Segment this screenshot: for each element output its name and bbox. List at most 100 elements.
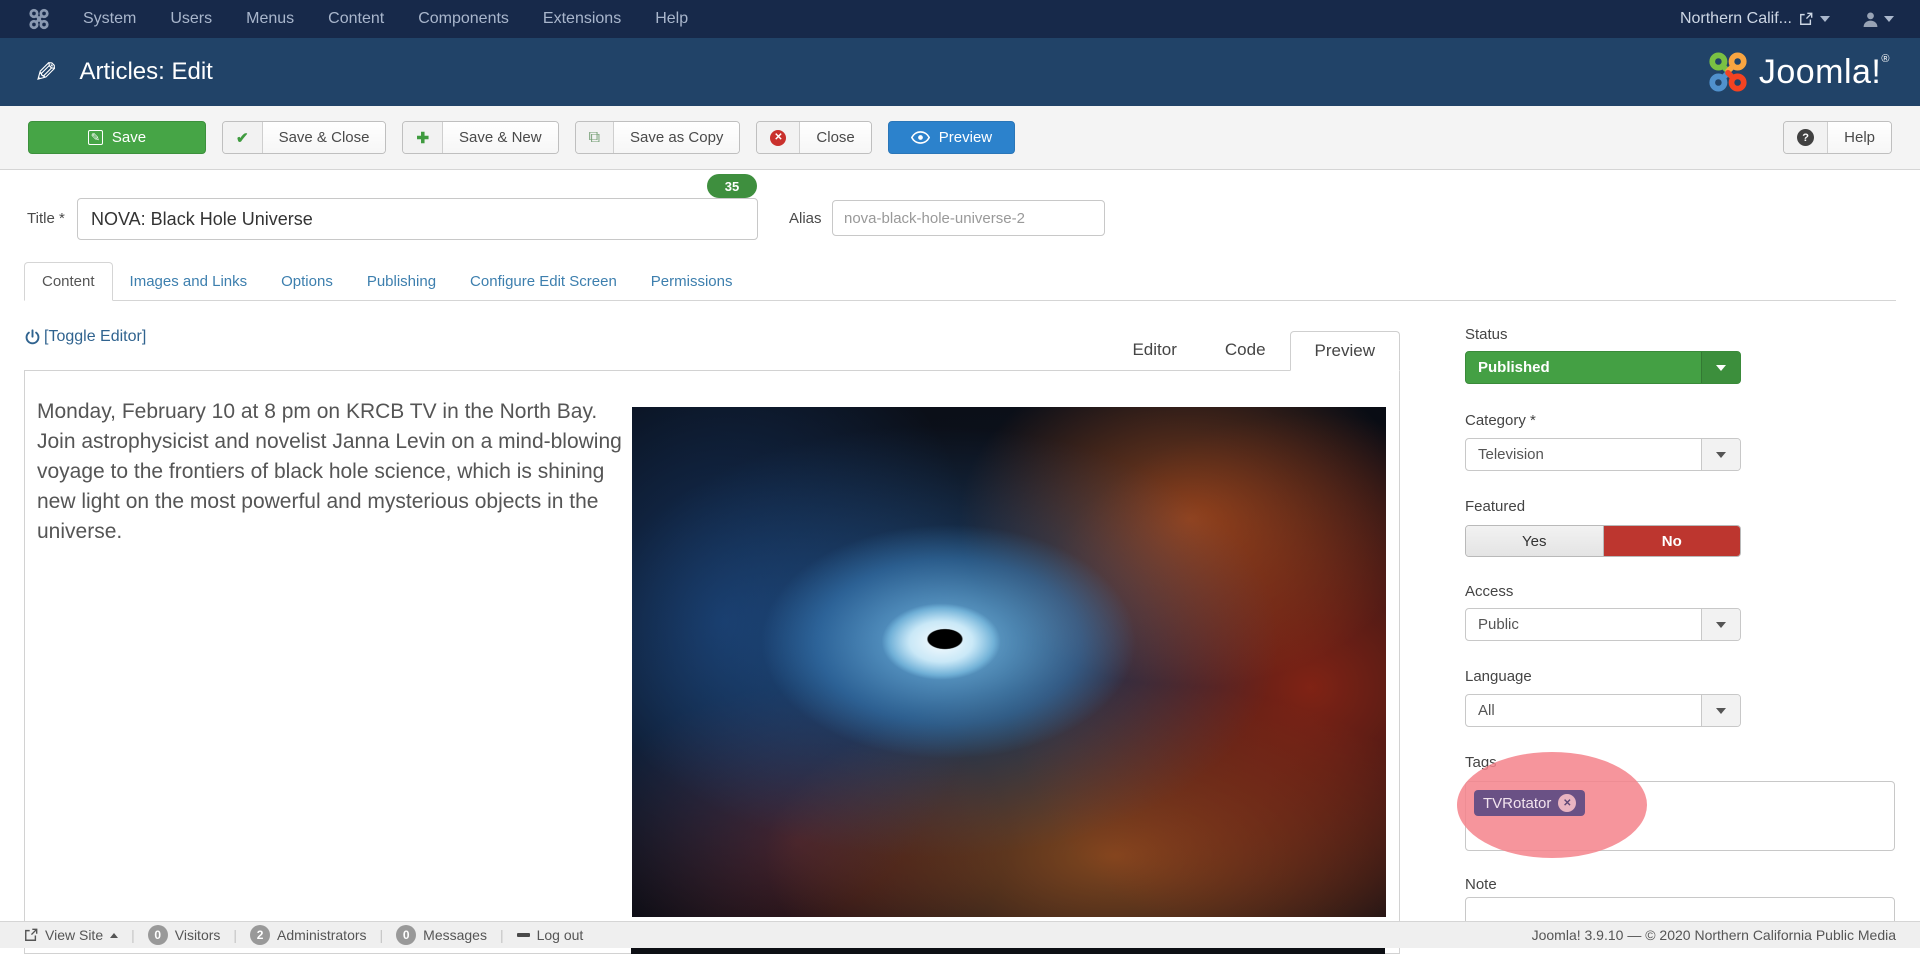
- save-copy-button[interactable]: ⧉ Save as Copy: [575, 121, 741, 154]
- tag-chip-label: TVRotator: [1483, 795, 1551, 812]
- category-label: Category *: [1465, 412, 1536, 429]
- language-value: All: [1466, 702, 1701, 719]
- close-icon: ✕: [770, 130, 786, 146]
- messages-count-badge: 0: [396, 925, 416, 945]
- view-site-label: View Site: [45, 927, 103, 943]
- save-close-button[interactable]: ✔ Save & Close: [222, 121, 386, 154]
- admin-status-bar: View Site | 0 Visitors | 2 Administrator…: [0, 921, 1920, 948]
- language-label: Language: [1465, 668, 1532, 685]
- menu-components[interactable]: Components: [401, 0, 526, 38]
- editor-tab-code[interactable]: Code: [1201, 331, 1290, 370]
- eye-icon: [911, 131, 930, 144]
- chevron-down-icon: [1884, 16, 1894, 22]
- tab-publishing[interactable]: Publishing: [350, 263, 453, 300]
- tab-permissions[interactable]: Permissions: [634, 263, 750, 300]
- alias-input[interactable]: [832, 200, 1105, 236]
- external-link-icon: [1799, 12, 1813, 26]
- preview-button[interactable]: Preview: [888, 121, 1015, 154]
- power-icon: [24, 329, 41, 346]
- menu-users[interactable]: Users: [153, 0, 229, 38]
- logout-link[interactable]: Log out: [517, 927, 584, 943]
- chevron-down-icon: [1716, 622, 1726, 628]
- close-button[interactable]: ✕ Close: [756, 121, 871, 154]
- save-button[interactable]: ✎ Save: [28, 121, 206, 154]
- administrators-status[interactable]: 2 Administrators: [250, 925, 366, 945]
- preview-label: Preview: [939, 129, 992, 146]
- save-new-label: Save & New: [443, 122, 558, 153]
- editor-tab-editor[interactable]: Editor: [1108, 331, 1200, 370]
- status-select[interactable]: Published: [1465, 351, 1741, 384]
- admin-menu-bar: System Users Menus Content Components Ex…: [0, 0, 1920, 38]
- help-icon: ?: [1797, 129, 1814, 146]
- menu-extensions[interactable]: Extensions: [526, 0, 638, 38]
- editor-region: [Toggle Editor] Editor Code Preview Mond…: [24, 310, 1400, 954]
- dash: —: [1627, 927, 1641, 943]
- tab-content[interactable]: Content: [24, 262, 113, 301]
- access-label: Access: [1465, 583, 1513, 600]
- save-new-button[interactable]: ✚ Save & New: [402, 121, 558, 154]
- user-icon: [1862, 11, 1879, 28]
- language-select[interactable]: All: [1465, 694, 1741, 727]
- view-site-link[interactable]: View Site: [24, 927, 118, 943]
- title-input[interactable]: [77, 198, 758, 240]
- joomla-glyph-icon: [28, 8, 50, 30]
- menu-system[interactable]: System: [66, 0, 153, 38]
- administrators-label: Administrators: [277, 927, 366, 943]
- page-header: ✎ Articles: Edit Joomla!®: [0, 38, 1920, 106]
- site-name-label: Northern Calif...: [1680, 10, 1792, 28]
- chevron-up-icon: [110, 933, 118, 938]
- chevron-down-icon: [1716, 452, 1726, 458]
- editor-view-tabs: Editor Code Preview: [1108, 331, 1400, 370]
- separator: |: [380, 927, 384, 943]
- save-label: Save: [112, 129, 146, 146]
- chevron-down-icon: [1716, 365, 1726, 371]
- title-label: Title *: [27, 210, 65, 227]
- char-count-badge: 35: [707, 174, 757, 198]
- article-preview-pane: Monday, February 10 at 8 pm on KRCB TV i…: [24, 370, 1400, 954]
- help-button[interactable]: ? Help: [1783, 121, 1892, 154]
- logout-label: Log out: [537, 927, 584, 943]
- tab-options[interactable]: Options: [264, 263, 350, 300]
- check-icon: ✔: [236, 129, 249, 147]
- site-link[interactable]: Northern Calif...: [1680, 10, 1830, 28]
- editor-tab-preview[interactable]: Preview: [1290, 331, 1400, 371]
- administrators-count-badge: 2: [250, 925, 270, 945]
- access-value: Public: [1466, 616, 1701, 633]
- menu-help[interactable]: Help: [638, 0, 705, 38]
- menu-content[interactable]: Content: [311, 0, 401, 38]
- joomla-version: Joomla! 3.9.10: [1532, 927, 1624, 943]
- joomla-wordmark: Joomla!®: [1759, 53, 1890, 92]
- copyright: © 2020 Northern California Public Media: [1645, 927, 1896, 943]
- alias-label: Alias: [789, 210, 822, 227]
- user-menu[interactable]: [1862, 11, 1894, 28]
- chevron-down-icon: [1716, 708, 1726, 714]
- access-select[interactable]: Public: [1465, 608, 1741, 641]
- tab-images-and-links[interactable]: Images and Links: [113, 263, 265, 300]
- version-copyright: Joomla! 3.9.10 — © 2020 Northern Califor…: [1532, 927, 1896, 943]
- tags-label: Tags: [1465, 754, 1497, 771]
- separator: |: [131, 927, 135, 943]
- save-close-label: Save & Close: [263, 122, 386, 153]
- featured-no-button[interactable]: No: [1604, 526, 1741, 556]
- remove-tag-icon[interactable]: ✕: [1558, 794, 1576, 812]
- admin-menu: System Users Menus Content Components Ex…: [66, 0, 705, 38]
- black-hole-article-image: [632, 407, 1386, 917]
- logout-icon: [517, 933, 530, 937]
- toggle-editor-link[interactable]: [Toggle Editor]: [24, 328, 146, 346]
- external-link-icon: [24, 928, 38, 942]
- tab-configure-edit-screen[interactable]: Configure Edit Screen: [453, 263, 634, 300]
- separator: |: [233, 927, 237, 943]
- category-value: Television: [1466, 446, 1701, 463]
- tags-input[interactable]: TVRotator ✕: [1465, 781, 1895, 851]
- note-label: Note: [1465, 876, 1497, 893]
- messages-label: Messages: [423, 927, 487, 943]
- featured-yes-button[interactable]: Yes: [1466, 526, 1604, 556]
- edit-pencil-icon: ✎: [34, 56, 57, 89]
- messages-status[interactable]: 0 Messages: [396, 925, 487, 945]
- menu-menus[interactable]: Menus: [229, 0, 311, 38]
- toggle-editor-label: [Toggle Editor]: [44, 328, 146, 346]
- chevron-down-icon: [1820, 16, 1830, 22]
- separator: |: [500, 927, 504, 943]
- visitors-status[interactable]: 0 Visitors: [148, 925, 221, 945]
- category-select[interactable]: Television: [1465, 438, 1741, 471]
